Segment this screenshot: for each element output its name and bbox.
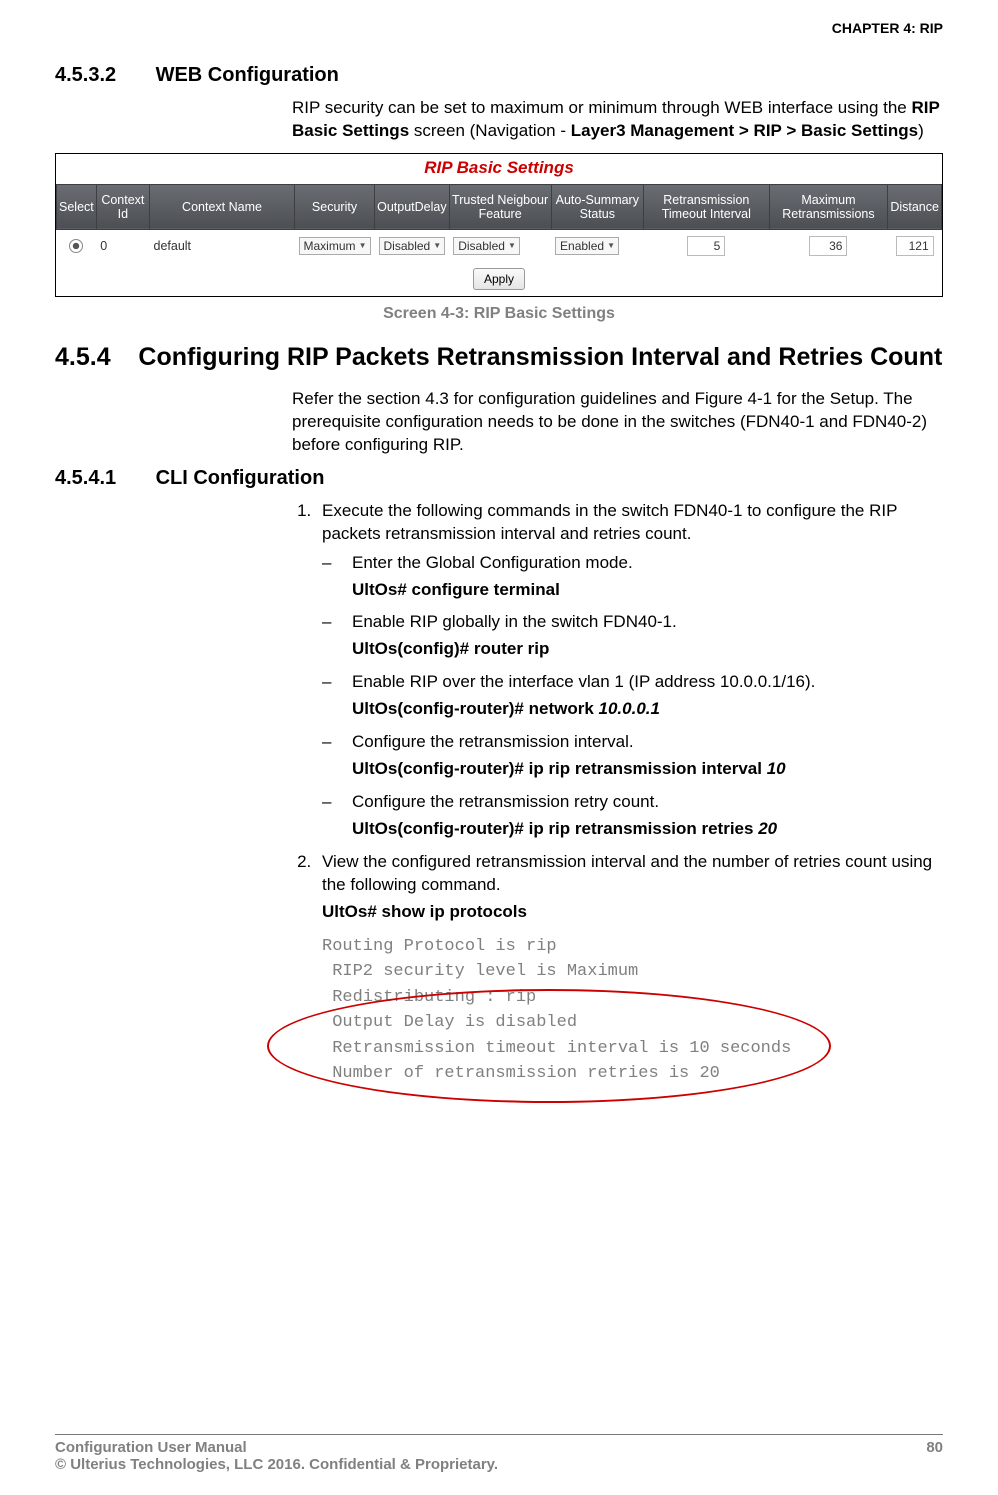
- step-1: Execute the following commands in the sw…: [316, 500, 943, 841]
- output-line: Routing Protocol is rip: [322, 934, 943, 960]
- col-context-id: Context Id: [96, 184, 149, 229]
- col-security: Security: [295, 184, 375, 229]
- figure-caption: Screen 4-3: RIP Basic Settings: [55, 305, 943, 323]
- output-line: Number of retransmission retries is 20: [322, 1061, 943, 1087]
- cell-context-id: 0: [96, 229, 149, 262]
- row-select-radio[interactable]: [69, 239, 83, 253]
- substep: Configure the retransmission retry count…: [322, 791, 943, 814]
- security-select[interactable]: Maximum: [299, 237, 371, 255]
- substep: Enable RIP over the interface vlan 1 (IP…: [322, 671, 943, 694]
- col-retrans-interval: Retransmission Timeout Interval: [644, 184, 769, 229]
- col-output-delay: OutputDelay: [375, 184, 450, 229]
- section-4-5-4-heading: 4.5.4 Configuring RIP Packets Retransmis…: [55, 343, 943, 372]
- command: UltOs(config-router)# network 10.0.0.1: [352, 698, 943, 721]
- s454-paragraph: Refer the section 4.3 for configuration …: [292, 388, 943, 457]
- section-4-5-4-1-heading: 4.5.4.1 CLI Configuration: [55, 467, 943, 490]
- col-context-name: Context Name: [150, 184, 295, 229]
- substep: Enable RIP globally in the switch FDN40-…: [322, 611, 943, 634]
- step1-text: Execute the following commands in the sw…: [322, 501, 897, 543]
- step2-text: View the configured retransmission inter…: [322, 852, 932, 894]
- substep: Enter the Global Configuration mode.: [322, 552, 943, 575]
- output-line: Retransmission timeout interval is 10 se…: [322, 1036, 943, 1062]
- substep: Configure the retransmission interval.: [322, 731, 943, 754]
- section-title: WEB Configuration: [156, 64, 339, 86]
- section-num: 4.5.4.1: [55, 467, 150, 490]
- output-line: RIP2 security level is Maximum: [322, 959, 943, 985]
- rip-settings-table: Select Context Id Context Name Security …: [56, 184, 942, 262]
- distance-input[interactable]: 121: [896, 236, 934, 256]
- page-number: 80: [926, 1439, 943, 1473]
- autosummary-select[interactable]: Enabled: [555, 237, 619, 255]
- command: UltOs(config)# router rip: [352, 638, 943, 661]
- max-retrans-input[interactable]: 36: [809, 236, 847, 256]
- screenshot-title: RIP Basic Settings: [56, 154, 942, 184]
- section-title: Configuring RIP Packets Retransmission I…: [138, 343, 942, 371]
- section-title: CLI Configuration: [156, 467, 325, 489]
- footer-copyright: © Ulterius Technologies, LLC 2016. Confi…: [55, 1456, 498, 1473]
- cli-output: Routing Protocol is rip RIP2 security le…: [322, 934, 943, 1087]
- section-num: 4.5.3.2: [55, 64, 150, 87]
- table-row: 0 default Maximum Disabled Disabled Enab…: [57, 229, 942, 262]
- cell-context-name: default: [150, 229, 295, 262]
- page-footer: Configuration User Manual © Ulterius Tec…: [55, 1434, 943, 1473]
- output-line: Redistributing : rip: [322, 985, 943, 1011]
- col-distance: Distance: [888, 184, 942, 229]
- command: UltOs# configure terminal: [352, 579, 943, 602]
- step-2: View the configured retransmission inter…: [316, 851, 943, 1087]
- output-delay-select[interactable]: Disabled: [379, 237, 446, 255]
- text: screen (Navigation -: [409, 121, 571, 140]
- command: UltOs(config-router)# ip rip retransmiss…: [352, 818, 943, 841]
- rip-basic-settings-screenshot: RIP Basic Settings Select Context Id Con…: [55, 153, 943, 297]
- apply-button[interactable]: Apply: [473, 268, 525, 290]
- command: UltOs# show ip protocols: [322, 901, 943, 924]
- command: UltOs(config-router)# ip rip retransmiss…: [352, 758, 943, 781]
- trusted-select[interactable]: Disabled: [453, 237, 520, 255]
- retrans-interval-input[interactable]: 5: [687, 236, 725, 256]
- section-4-5-3-2-heading: 4.5.3.2 WEB Configuration: [55, 64, 943, 87]
- col-select: Select: [57, 184, 97, 229]
- col-auto-summary: Auto-Summary Status: [551, 184, 644, 229]
- s4532-paragraph: RIP security can be set to maximum or mi…: [292, 97, 943, 143]
- text: ): [918, 121, 924, 140]
- nav-path-bold: Layer3 Management > RIP > Basic Settings: [571, 121, 918, 140]
- text: RIP security can be set to maximum or mi…: [292, 98, 912, 117]
- section-num: 4.5.4: [55, 343, 111, 371]
- output-line: Output Delay is disabled: [322, 1010, 943, 1036]
- footer-title: Configuration User Manual: [55, 1439, 498, 1456]
- chapter-header: CHAPTER 4: RIP: [55, 20, 943, 36]
- col-trusted: Trusted Neigbour Feature: [449, 184, 551, 229]
- col-max-retrans: Maximum Retransmissions: [769, 184, 888, 229]
